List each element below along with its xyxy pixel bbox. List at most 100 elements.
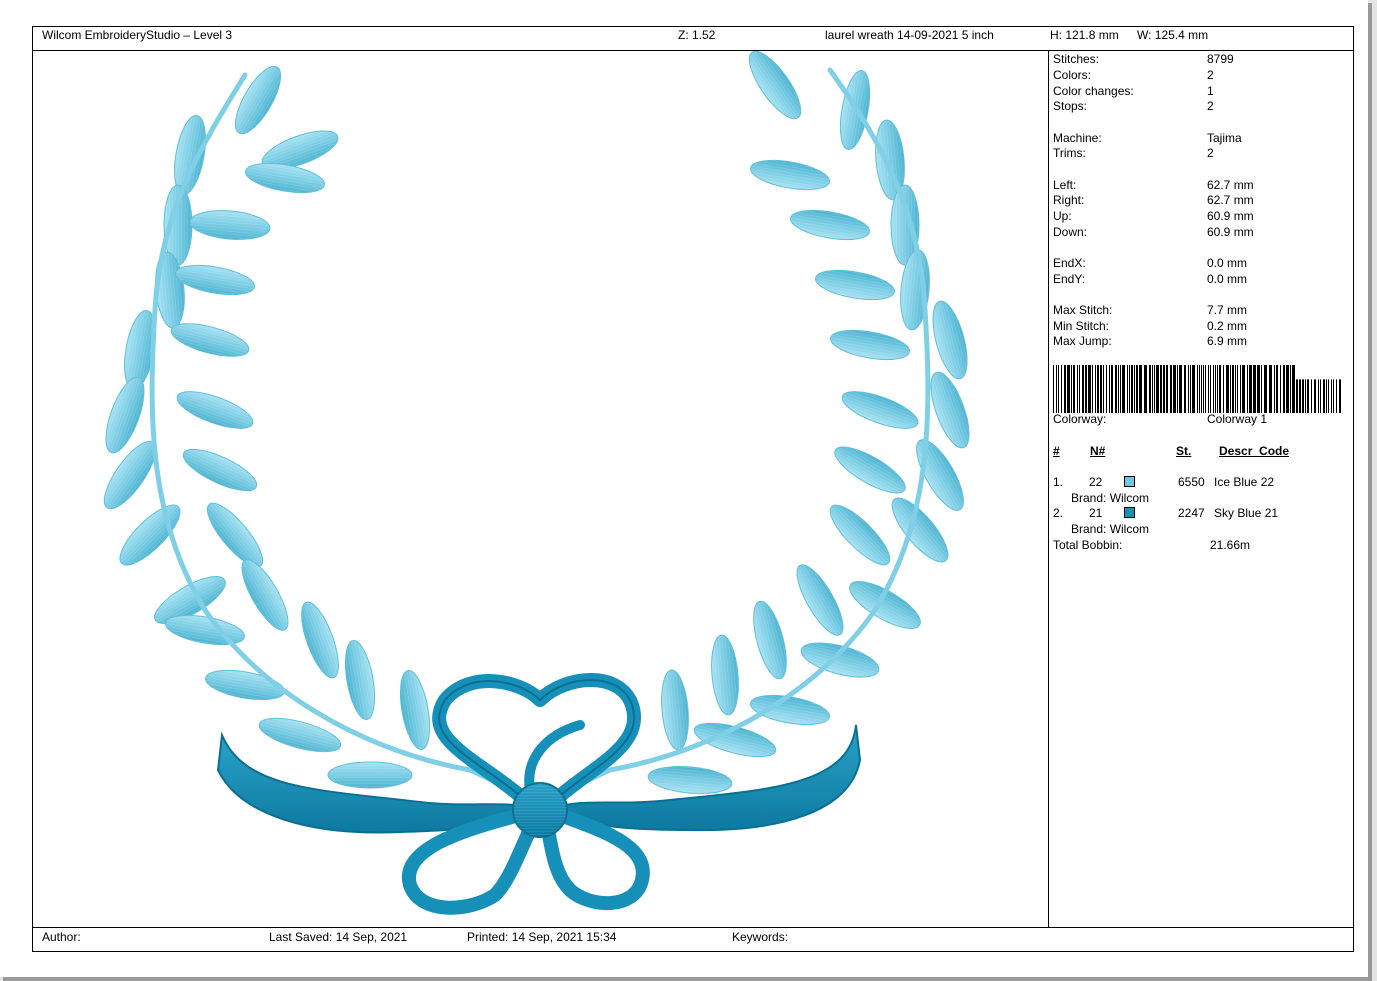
barcode-bar [1100,365,1102,413]
left-leaf-stitch [242,559,288,631]
barcode-bar [1249,365,1252,413]
col-header-description: Descr_Code [1219,444,1290,458]
zoom-level: Z: 1.52 [678,28,716,42]
row2-index: 2. [1053,506,1064,520]
design-height: H: 121.8 mm [1050,28,1119,42]
barcode-bar [1118,365,1119,413]
barcode-bar [1064,365,1066,413]
barcode-bar [1095,365,1096,413]
design-canvas [33,51,1048,927]
max-jump-value: 6.9 mm [1207,334,1248,348]
barcode-bar [1213,365,1214,413]
barcode-bar [1163,365,1165,413]
trims-label: Trims: [1053,146,1086,160]
barcode-bar [1323,379,1325,413]
footer-author: Author: [42,930,81,944]
left-branch-stem [149,72,538,803]
barcode-bar [1235,365,1236,413]
right-leaf-stitch [834,447,906,493]
barcode-bar [1302,379,1304,413]
barcode-bar [1129,365,1130,413]
row1-number: 22 [1089,475,1103,489]
barcode-bar [1058,365,1059,413]
barcode-bar [1122,365,1125,413]
color-changes-value: 1 [1207,84,1214,98]
left-value: 62.7 mm [1207,178,1254,192]
barcode-bar [1305,379,1306,413]
row2-number: 21 [1089,506,1103,520]
right-leaf-stitch [749,51,801,119]
machine-value: Tajima [1207,131,1242,145]
colorway-label: Colorway: [1053,412,1107,426]
stops-label: Stops: [1053,99,1088,113]
barcode-bar [1210,365,1211,413]
barcode-bar [1274,365,1275,413]
right-label: Right: [1053,193,1085,207]
laurel-wreath-design [103,51,970,915]
footer-keywords: Keywords: [732,930,789,944]
barcode-bar [1109,365,1110,413]
barcode-bar [1179,365,1182,413]
barcode-bar [1156,365,1159,413]
barcode-bar [1257,365,1260,413]
stops-value: 2 [1207,99,1214,113]
barcode-bar [1286,365,1289,413]
barcode-bar [1170,365,1172,413]
barcode-bar [1097,365,1099,413]
machine-label: Machine: [1053,131,1102,145]
left-leaf-stitch [235,66,281,134]
barcode-bar [1082,365,1084,413]
max-stitch-label: Max Stitch: [1053,303,1113,317]
footer-last-saved: Last Saved: 14 Sep, 2021 [269,930,408,944]
barcode-bar [1173,365,1176,413]
page-shadow-right [1368,3,1372,981]
left-leaf-stitch [120,505,180,565]
barcode-bar [1061,365,1062,413]
left-label: Left: [1053,178,1077,192]
row2-color-swatch [1124,507,1135,518]
barcode-bar [1339,379,1341,413]
barcode-bar [1160,365,1162,413]
barcode-bar [1217,365,1218,413]
barcode-bar [1067,365,1070,413]
row1-color-swatch [1124,476,1135,487]
barcode-bar [1131,365,1133,413]
barcode-bar [1205,365,1206,413]
footer-printed: Printed: 14 Sep, 2021 15:34 [467,930,617,944]
barcode-bar [1144,365,1147,413]
barcode-bar [1149,365,1151,413]
barcode-bar [1079,365,1080,413]
barcode-bar [1219,365,1221,413]
barcode-bar [1331,379,1332,413]
barcode-bar [1276,365,1278,413]
down-label: Down: [1053,225,1088,239]
barcode-bar [1280,365,1281,413]
endx-value: 0.0 mm [1207,256,1248,270]
endy-value: 0.0 mm [1207,272,1248,286]
barcode-bar [1292,365,1295,413]
barcode-bar [1226,365,1229,413]
endy-label: EndY: [1053,272,1086,286]
barcode-bar [1152,365,1153,413]
barcode-bar [1071,365,1072,413]
barcode-bar [1188,365,1189,413]
barcode-bar [1177,365,1178,413]
min-stitch-label: Min Stitch: [1053,319,1110,333]
barcode-bar [1077,365,1078,413]
barcode-bar [1215,365,1216,413]
barcode-bar [1290,365,1291,413]
panel-divider [1048,50,1049,927]
barcode-bar [1333,379,1334,413]
barcode-bar [1320,379,1321,413]
barcode-bar [1261,365,1262,413]
total-bobbin-value: 21.66m [1210,538,1251,552]
barcode-bar [1269,365,1272,413]
row2-description: Sky Blue 21 [1214,506,1279,520]
barcode-bar [1115,365,1117,413]
barcode-bar [1311,379,1312,413]
max-jump-label: Max Jump: [1053,334,1112,348]
left-leaf-stitch [328,762,412,788]
barcode-image [1053,365,1341,413]
col-header-index: # [1053,444,1060,458]
colors-value: 2 [1207,68,1214,82]
